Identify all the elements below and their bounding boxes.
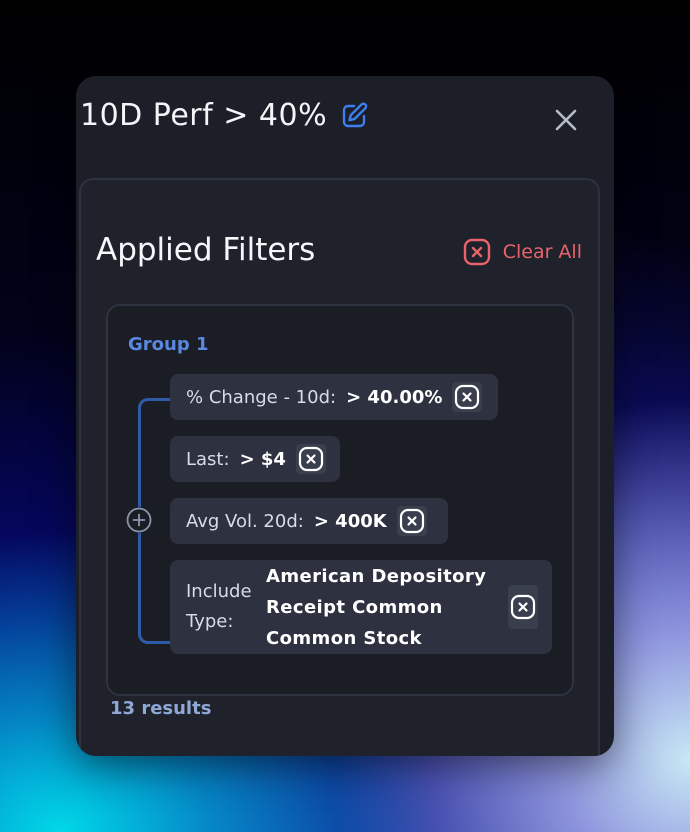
clear-all-button[interactable]: Clear All	[463, 238, 582, 266]
filter-value: > 400K	[313, 510, 387, 532]
filter-label: Avg Vol. 20d:	[186, 510, 304, 532]
remove-filter-button[interactable]	[508, 585, 538, 629]
filter-value: Common Stock	[266, 627, 422, 649]
add-filter-button[interactable]	[126, 507, 152, 533]
filter-panel: 10D Perf > 40% Applied Filters Clear All…	[76, 76, 614, 756]
filter-values: American Depository Receipt Common Commo…	[266, 561, 498, 654]
remove-icon	[510, 594, 536, 620]
results-count: 13 results	[110, 698, 212, 719]
filter-label: % Change - 10d:	[186, 386, 337, 408]
filter-label: Include Type:	[186, 581, 252, 632]
remove-icon	[455, 384, 480, 410]
applied-filters-section: Applied Filters Clear All Group 1 % Chan…	[79, 178, 600, 756]
edit-icon[interactable]	[339, 101, 369, 131]
remove-filter-button[interactable]	[295, 444, 326, 474]
clear-all-icon	[463, 238, 491, 266]
filter-label: Last:	[186, 448, 230, 470]
filter-value: Receipt Common	[266, 596, 443, 618]
filter-group: Group 1 % Change - 10d: > 40.00% Last: >…	[106, 304, 574, 696]
filter-chip-avg-vol: Avg Vol. 20d: > 400K	[170, 498, 448, 544]
plus-circle-icon	[126, 507, 152, 533]
filter-value: > $4	[239, 448, 286, 470]
close-icon	[555, 109, 577, 131]
clear-all-label: Clear All	[502, 241, 582, 263]
close-button[interactable]	[552, 106, 580, 134]
group-label: Group 1	[128, 334, 209, 355]
remove-filter-button[interactable]	[452, 382, 483, 412]
filter-chip-change-10d: % Change - 10d: > 40.00%	[170, 374, 498, 420]
filter-chip-include-type: Include Type: American Depository Receip…	[170, 560, 552, 654]
filter-value: American Depository	[266, 565, 487, 587]
remove-icon	[399, 508, 424, 534]
remove-filter-button[interactable]	[396, 506, 427, 536]
filter-value: > 40.00%	[346, 386, 443, 408]
panel-header: 10D Perf > 40%	[80, 98, 369, 133]
panel-title: 10D Perf > 40%	[80, 98, 328, 133]
remove-icon	[298, 446, 324, 472]
filter-chip-last: Last: > $4	[170, 436, 340, 482]
applied-filters-heading: Applied Filters	[96, 232, 316, 268]
